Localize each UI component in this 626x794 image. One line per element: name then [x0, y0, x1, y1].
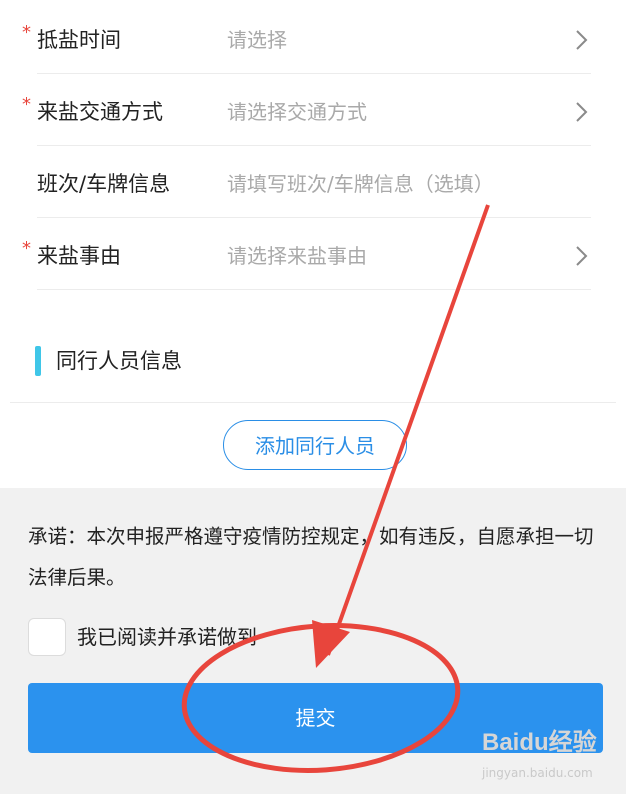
section-accent-bar — [35, 346, 41, 376]
required-mark: * — [22, 238, 31, 259]
trip-info-label: 班次/车牌信息 — [37, 172, 171, 196]
trip-info-input[interactable]: 请填写班次/车牌信息（选填） — [227, 171, 494, 197]
form-row-transport[interactable]: * 来盐交通方式 请选择交通方式 — [0, 74, 626, 146]
form-row-trip-info[interactable]: 班次/车牌信息 请填写班次/车牌信息（选填） — [0, 146, 626, 218]
transport-picker[interactable]: 请选择交通方式 — [227, 99, 367, 125]
agree-checkbox[interactable] — [28, 618, 66, 656]
companion-section-header: 同行人员信息 — [0, 330, 626, 390]
promise-text: 承诺：本次申报严格遵守疫情防控规定，如有违反，自愿承担一切法律后果。 — [28, 525, 594, 589]
watermark-logo: Baidu经验 — [482, 729, 597, 756]
transport-label: 来盐交通方式 — [37, 100, 163, 124]
agree-label[interactable]: 我已阅读并承诺做到 — [77, 624, 257, 650]
chevron-right-icon[interactable] — [570, 100, 592, 124]
form-card: * 抵盐时间 请选择 * 来盐交通方式 请选择交通方式 班次/车牌信息 请填写班… — [0, 0, 626, 488]
required-mark: * — [22, 22, 31, 43]
chevron-right-icon[interactable] — [570, 244, 592, 268]
required-mark: * — [22, 94, 31, 115]
section-title: 同行人员信息 — [56, 349, 182, 373]
add-companion-button[interactable]: 添加同行人员 — [223, 420, 407, 470]
form-row-reason[interactable]: * 来盐事由 请选择来盐事由 — [0, 218, 626, 290]
form-row-arrival-time[interactable]: * 抵盐时间 请选择 — [0, 2, 626, 74]
reason-label: 来盐事由 — [37, 244, 121, 268]
watermark-url: jingyan.baidu.com — [482, 766, 593, 780]
reason-picker[interactable]: 请选择来盐事由 — [227, 243, 367, 269]
row-divider — [37, 289, 591, 290]
arrival-time-label: 抵盐时间 — [37, 28, 121, 52]
section-divider — [10, 402, 616, 403]
arrival-time-picker[interactable]: 请选择 — [227, 27, 287, 53]
chevron-right-icon[interactable] — [570, 28, 592, 52]
